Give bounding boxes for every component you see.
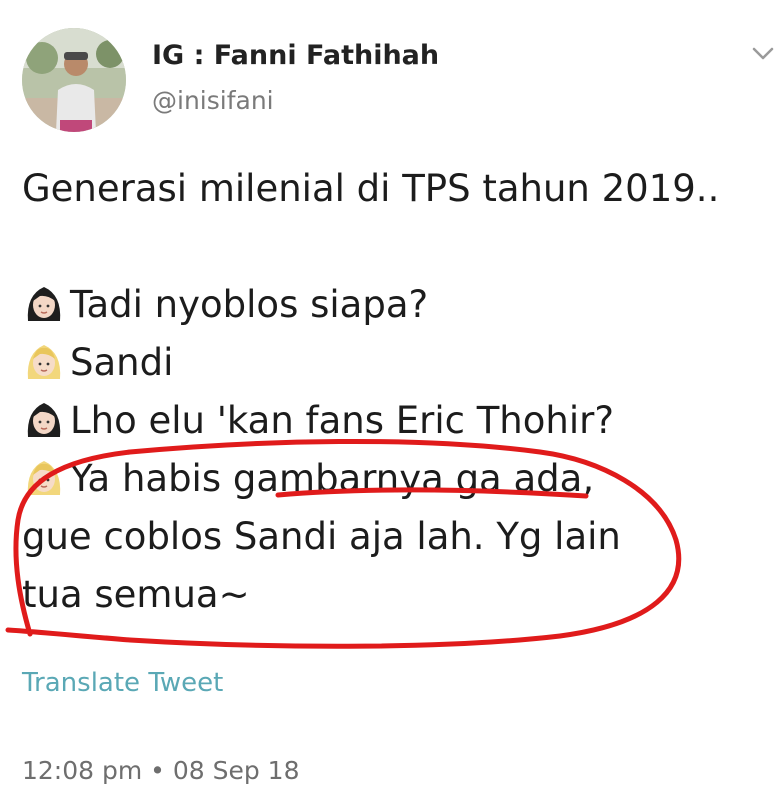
tweet-line: Generasi milenial di TPS tahun 2019.. — [22, 167, 720, 210]
dialogue-line: Ya habis gambarnya ga ada, — [22, 450, 762, 508]
dialogue-line: Tadi nyoblos siapa? — [22, 276, 762, 334]
avatar[interactable] — [22, 28, 126, 132]
translate-tweet-link[interactable]: Translate Tweet — [22, 668, 223, 698]
dialogue-text: Lho elu 'kan fans Eric Thohir? — [70, 399, 614, 442]
tweet-card: IG : Fanni Fathihah @inisifani Generasi … — [0, 0, 784, 809]
dialogue-text: Sandi — [70, 341, 174, 384]
tweet-timestamp[interactable]: 12:08 pm • 08 Sep 18 — [22, 756, 300, 785]
display-name[interactable]: IG : Fanni Fathihah — [152, 40, 439, 71]
dialogue-line: Lho elu 'kan fans Eric Thohir? — [22, 392, 762, 450]
woman-dark-hair-emoji-icon — [27, 403, 61, 437]
chevron-down-icon[interactable] — [748, 38, 778, 68]
user-handle[interactable]: @inisifani — [152, 86, 274, 115]
dialogue-text: Tadi nyoblos siapa? — [70, 283, 429, 326]
dialogue-line: tua semua~ — [22, 573, 250, 616]
dialogue-line: Sandi — [22, 334, 762, 392]
woman-blond-hair-emoji-icon — [27, 461, 61, 495]
woman-blond-hair-emoji-icon — [27, 345, 61, 379]
dialogue-line: gue coblos Sandi aja lah. Yg lain — [22, 515, 621, 558]
dialogue-text: Ya habis gambarnya ga ada, — [70, 457, 595, 500]
woman-dark-hair-emoji-icon — [27, 287, 61, 321]
tweet-text: Generasi milenial di TPS tahun 2019.. Ta… — [22, 160, 762, 624]
